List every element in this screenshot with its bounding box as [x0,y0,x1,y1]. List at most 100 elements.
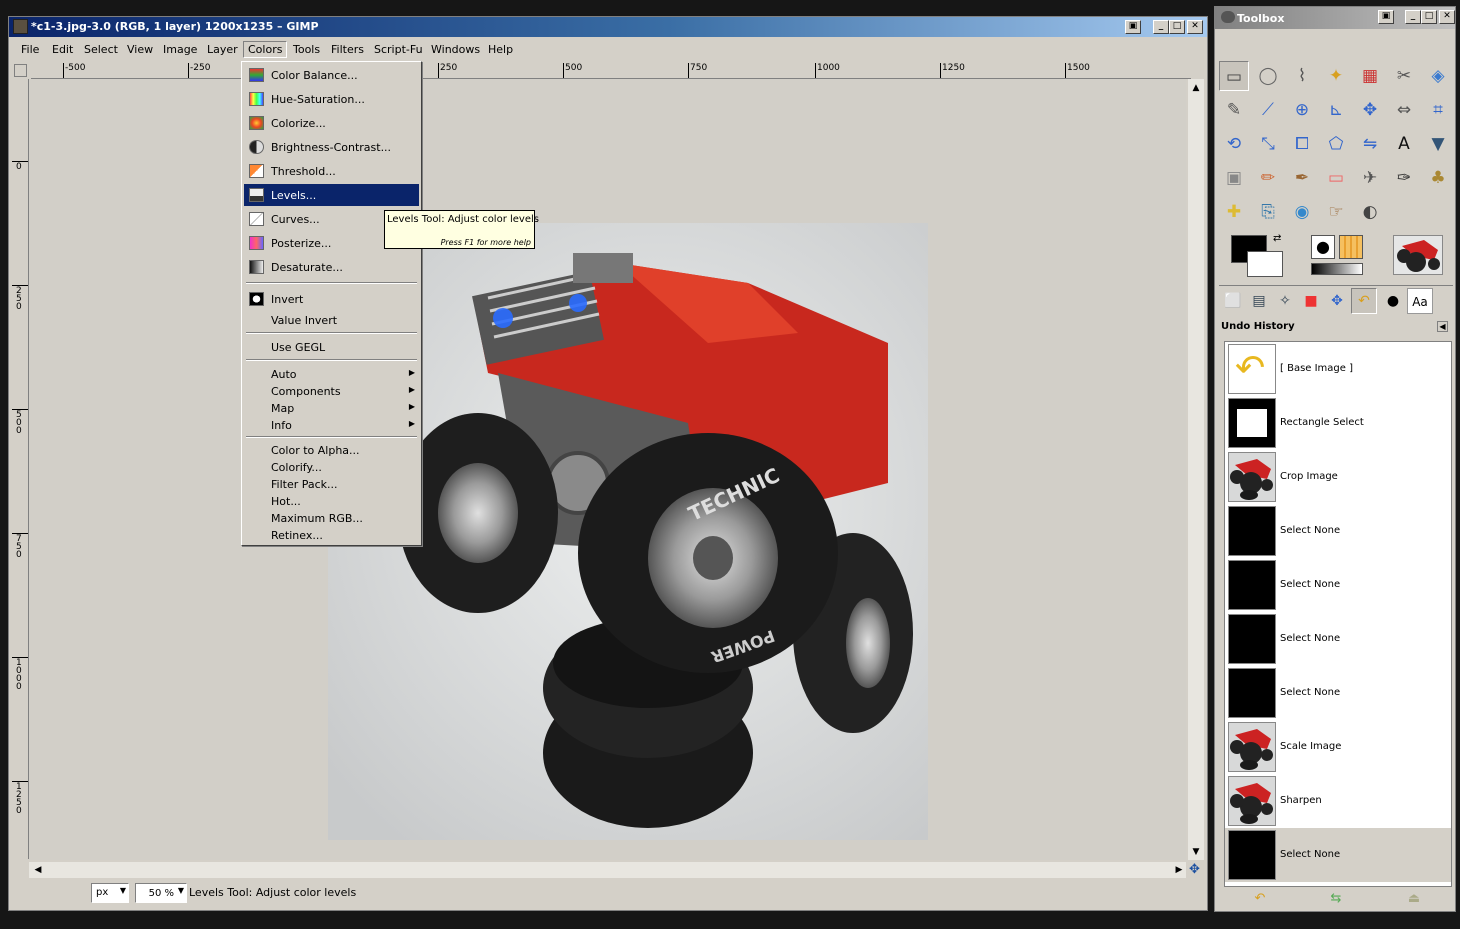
fuzzy-select-icon[interactable]: ✦ [1321,61,1351,91]
paintbrush-icon[interactable]: ✒ [1287,163,1317,193]
zoom-icon[interactable]: ⊕ [1287,95,1317,125]
background-color[interactable] [1247,251,1283,277]
menu-edit[interactable]: Edit [52,43,73,56]
blend-icon[interactable]: ▣ [1219,163,1249,193]
zoom-select[interactable]: 50 % ▼ [135,883,187,903]
undo-icon[interactable]: ↶ [1251,891,1269,907]
perspective-clone-icon[interactable]: ⎘ [1253,197,1283,227]
scissors-icon[interactable]: ✂ [1389,61,1419,91]
tool-options-icon[interactable]: ⬜ [1221,288,1245,314]
brush-icon[interactable]: ● [1311,235,1335,259]
vertical-ruler[interactable]: 0 250 500 750 1000 1250 [12,79,29,859]
vertical-scrollbar[interactable]: ▲ ▼ [1188,79,1204,860]
menu-help[interactable]: Help [488,43,513,56]
minimize-button[interactable]: _ [1153,20,1169,34]
restore-icon[interactable]: ▣ [1378,10,1394,24]
menu-tools[interactable]: Tools [293,43,320,56]
menu-item-colorize[interactable]: Colorize... [244,112,419,134]
scroll-down-icon[interactable]: ▼ [1189,845,1203,859]
scale-icon[interactable]: ⤡ [1253,129,1283,159]
menu-item-use-gegl[interactable]: Use GEGL [244,336,419,358]
panel-menu-icon[interactable]: ◀ [1437,321,1448,332]
select-by-color-icon[interactable]: ▦ [1355,61,1385,91]
layers-icon[interactable]: ▤ [1247,288,1271,314]
menu-item-hue-saturation[interactable]: Hue-Saturation... [244,88,419,110]
free-select-icon[interactable]: ⌇ [1287,61,1317,91]
menu-image[interactable]: Image [163,43,197,56]
undo-history-item[interactable]: Scale Image [1225,720,1451,774]
menu-colors[interactable]: Colors [243,41,288,58]
shear-icon[interactable]: ⧠ [1287,129,1317,159]
unit-select[interactable]: px ▼ [91,883,129,903]
undo-history-item[interactable]: Select None [1225,558,1451,612]
minimize-button[interactable]: _ [1405,10,1421,24]
submenu-info[interactable]: Info ▶ [244,414,419,436]
menu-item-levels[interactable]: Levels... [244,184,419,206]
undo-history-item[interactable]: Select None [1225,666,1451,720]
navigate-icon[interactable]: ✥ [1189,862,1200,877]
rotate-icon[interactable]: ⟲ [1219,129,1249,159]
flip-icon[interactable]: ⇋ [1355,129,1385,159]
smudge-icon[interactable]: ☞ [1321,197,1351,227]
rect-select-icon[interactable]: ▭ [1219,61,1249,91]
clone-icon[interactable]: ♣ [1423,163,1453,193]
horizontal-ruler[interactable]: -500 -250 0 250 500 750 1000 1250 1500 [31,63,1191,79]
maximize-button[interactable]: □ [1169,20,1185,34]
measure-icon[interactable]: ⊾ [1321,95,1351,125]
active-image-thumbnail[interactable] [1393,235,1443,275]
menu-item-invert[interactable]: Invert [244,288,419,310]
maximize-button[interactable]: □ [1421,10,1437,24]
gradient-icon[interactable] [1311,263,1363,275]
menu-windows[interactable]: Windows [431,43,480,56]
pattern-icon[interactable] [1339,235,1363,259]
scroll-right-icon[interactable]: ▶ [1172,863,1186,877]
swap-colors-icon[interactable]: ⇄ [1273,233,1281,244]
quick-mask-toggle[interactable] [14,64,27,77]
fonts-tab-icon[interactable]: Aa [1407,288,1433,314]
ink-icon[interactable]: ✑ [1389,163,1419,193]
foreground-select-icon[interactable]: ◈ [1423,61,1453,91]
perspective-icon[interactable]: ⬠ [1321,129,1351,159]
undo-history-item[interactable]: Select None [1225,612,1451,666]
paths-tab-icon[interactable]: ✧ [1273,288,1297,314]
brushes-tab-icon[interactable]: ● [1381,288,1405,314]
undo-history-tab-icon[interactable]: ↶ [1351,288,1377,314]
bucket-fill-icon[interactable]: ▼ [1423,129,1453,159]
menu-item-desaturate[interactable]: Desaturate... [244,256,419,278]
airbrush-icon[interactable]: ✈ [1355,163,1385,193]
restore-icon[interactable]: ▣ [1125,20,1141,34]
eraser-icon[interactable]: ▭ [1321,163,1351,193]
align-icon[interactable]: ⇔ [1389,95,1419,125]
paths-icon[interactable]: ✎ [1219,95,1249,125]
menu-file[interactable]: File [21,43,39,56]
clear-history-icon[interactable]: ⏏ [1405,891,1423,907]
color-picker-icon[interactable]: ⟋ [1253,95,1283,125]
menu-view[interactable]: View [127,43,153,56]
dodge-burn-icon[interactable]: ◐ [1355,197,1385,227]
menu-item-retinex[interactable]: Retinex... [244,524,419,546]
ellipse-select-icon[interactable]: ◯ [1253,61,1283,91]
text-icon[interactable]: A [1389,129,1419,159]
scroll-left-icon[interactable]: ◀ [31,863,45,877]
image-canvas[interactable]: TECHNIC POWER [29,79,1186,860]
blur-icon[interactable]: ◉ [1287,197,1317,227]
title-bar[interactable]: *c1-3.jpg-3.0 (RGB, 1 layer) 1200x1235 –… [9,17,1207,37]
menu-item-brightness-contrast[interactable]: Brightness-Contrast... [244,136,419,158]
menu-item-threshold[interactable]: Threshold... [244,160,419,182]
menu-select[interactable]: Select [84,43,118,56]
undo-history-item[interactable]: Select None [1225,828,1451,882]
channels-icon[interactable]: ■ [1299,288,1323,314]
redo-icon[interactable]: ⇆ [1327,891,1345,907]
toolbox-title-bar[interactable]: Toolbox ▣ _ □ ✕ [1215,7,1455,29]
scroll-up-icon[interactable]: ▲ [1189,81,1203,95]
undo-history-item[interactable]: ↶ [ Base Image ] [1225,342,1451,396]
pencil-icon[interactable]: ✏ [1253,163,1283,193]
crop-icon[interactable]: ⌗ [1423,95,1453,125]
navigation-icon[interactable]: ✥ [1325,288,1349,314]
menu-script-fu[interactable]: Script-Fu [374,43,423,56]
undo-history-item[interactable]: Select None [1225,504,1451,558]
menu-item-value-invert[interactable]: Value Invert [244,309,419,331]
undo-history-item[interactable]: Sharpen [1225,774,1451,828]
menu-layer[interactable]: Layer [207,43,238,56]
horizontal-scrollbar[interactable]: ◀ ▶ [29,862,1186,878]
